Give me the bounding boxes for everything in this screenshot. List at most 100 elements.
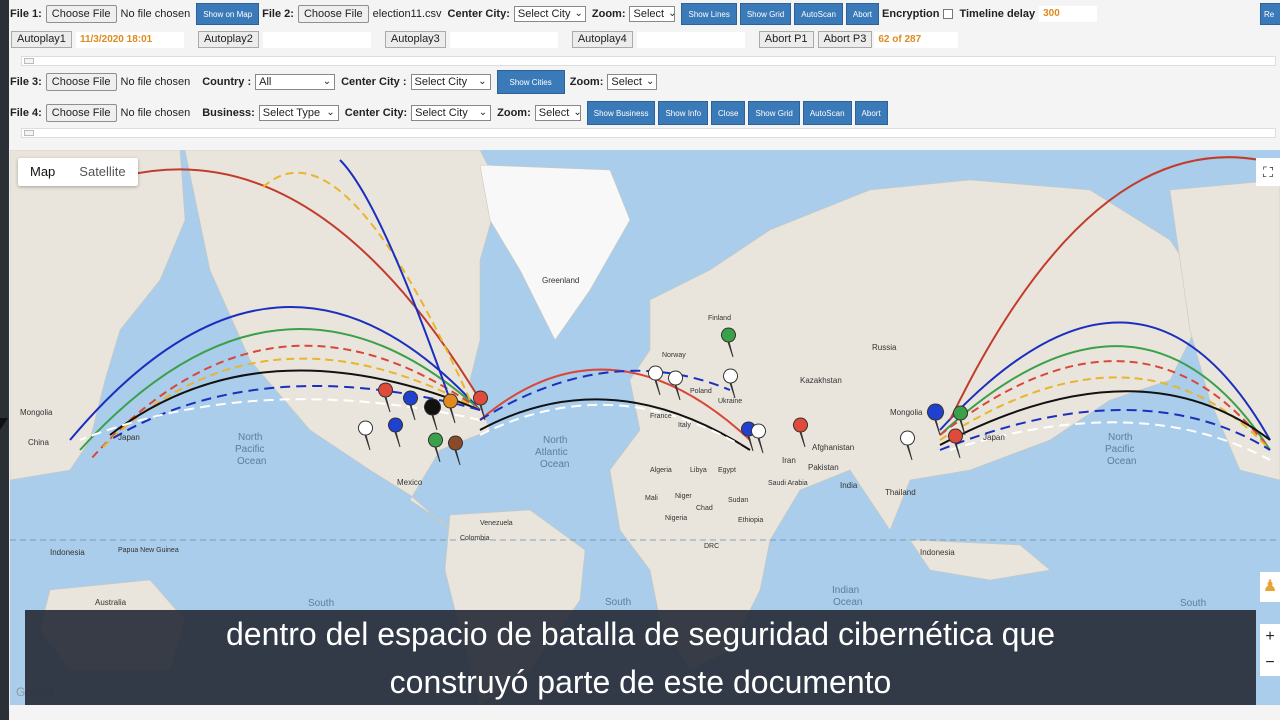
label-poland: Poland (690, 388, 712, 395)
autoplay1-value[interactable]: 11/3/2020 18:01 (75, 31, 184, 48)
zoom-out-button[interactable]: − (1260, 650, 1280, 676)
zoom-in-button[interactable]: + (1260, 624, 1280, 650)
land-indonesia-right (909, 539, 1051, 581)
center-city-label: Center City: (447, 8, 510, 20)
label-france: France (650, 413, 672, 420)
show-info-button[interactable]: Show Info (658, 101, 709, 125)
label-kazakhstan: Kazakhstan (800, 376, 842, 385)
map-type-map-button[interactable]: Map (18, 158, 67, 186)
label-greenland: Greenland (542, 276, 579, 285)
label-indian-2: Ocean (833, 597, 862, 608)
label-south-1: South (308, 598, 334, 609)
file3-status: No file chosen (120, 76, 191, 88)
file1-label: File 1: (10, 8, 42, 20)
zoom-select[interactable]: Select (629, 6, 676, 22)
label-egypt: Egypt (718, 467, 736, 474)
fullscreen-icon[interactable]: ⛶ (1256, 158, 1280, 186)
file2-filename: election11.csv (372, 8, 442, 20)
autoplay3-button[interactable]: Autoplay3 (384, 31, 446, 48)
zoom-select-4[interactable]: Select (534, 105, 581, 121)
label-niger: Niger (675, 493, 692, 500)
label-mongolia-left: Mongolia (20, 408, 53, 417)
timeline-delay-input[interactable]: 300 (1039, 6, 1098, 22)
encryption-label: Encryption (882, 8, 940, 20)
show-grid-button[interactable]: Show Grid (739, 3, 792, 25)
map-type-control: Map Satellite (18, 158, 138, 186)
label-north-pacific-2: Pacific (235, 444, 264, 455)
show-on-map-button[interactable]: Show on Map (196, 3, 260, 25)
autoplay3-value[interactable] (449, 31, 558, 48)
business-select[interactable]: Select Type (258, 105, 339, 121)
label-indian-1: Indian (832, 585, 859, 596)
show-lines-button[interactable]: Show Lines (681, 3, 737, 25)
center-city-select-3[interactable]: Select City (410, 74, 491, 90)
country-label: Country : (202, 76, 252, 88)
autoplay1-button[interactable]: Autoplay1 (11, 31, 72, 48)
autoplay4-button[interactable]: Autoplay4 (571, 31, 633, 48)
label-north-pacific-r1: North (1108, 432, 1132, 443)
file1-choose-button[interactable]: Choose File (45, 5, 117, 23)
control-row-1: File 1: Choose File No file chosen Show … (10, 3, 1098, 25)
label-mexico: Mexico (397, 478, 423, 487)
autoscan-button[interactable]: AutoScan (794, 3, 843, 25)
file3-choose-button[interactable]: Choose File (45, 73, 117, 91)
business-label: Business: (202, 107, 255, 119)
label-algeria: Algeria (650, 467, 672, 474)
label-chad: Chad (696, 505, 713, 512)
caption-line-1: dentro del espacio de batalla de segurid… (225, 616, 1056, 652)
autoplay2-value[interactable] (262, 31, 371, 48)
label-china-left: China (28, 438, 49, 447)
label-italy: Italy (678, 422, 691, 429)
slider-thumb-1[interactable] (24, 58, 34, 64)
right-cut-button[interactable]: Re (1260, 3, 1280, 25)
caption-line-2: construyó parte de este documento (389, 664, 892, 700)
label-india: India (840, 481, 858, 490)
pegman-icon[interactable]: ♟ (1260, 572, 1280, 602)
abort-button-4[interactable]: Abort (854, 101, 888, 125)
label-drc: DRC (704, 543, 719, 550)
abort-button[interactable]: Abort (845, 3, 880, 25)
show-cities-button[interactable]: Show Cities (496, 70, 565, 94)
left-window-strip (0, 0, 9, 720)
file1-status: No file chosen (120, 8, 191, 20)
autoscan-button-4[interactable]: AutoScan (802, 101, 852, 125)
zoom-label: Zoom: (591, 8, 626, 20)
center-city-select-4[interactable]: Select City (411, 105, 492, 121)
marker-brown-1[interactable] (448, 435, 463, 466)
timeline-slider-1[interactable] (21, 56, 1276, 66)
file4-label: File 4: (10, 107, 42, 119)
abort-p1-button[interactable]: Abort P1 (758, 31, 814, 48)
map-type-satellite-button[interactable]: Satellite (67, 158, 137, 186)
file3-label: File 3: (10, 76, 42, 88)
autoplay4-value[interactable] (636, 31, 745, 48)
center-city-select[interactable]: Select City (513, 6, 586, 22)
show-grid-button-4[interactable]: Show Grid (748, 101, 800, 125)
file4-status: No file chosen (120, 107, 191, 119)
encryption-checkbox[interactable] (943, 9, 954, 19)
bottom-scrollbar[interactable] (9, 705, 1280, 720)
label-north-pacific-r3: Ocean (1107, 456, 1136, 467)
zoom-select-3[interactable]: Select (607, 74, 658, 90)
label-north-pacific-3: Ocean (237, 456, 266, 467)
file4-choose-button[interactable]: Choose File (45, 104, 117, 122)
zoom-control: + − (1260, 624, 1280, 676)
country-select[interactable]: All (255, 74, 336, 90)
label-ukraine: Ukraine (718, 398, 742, 405)
control-row-4: File 4: Choose File No file chosen Busin… (10, 101, 891, 125)
label-pakistan: Pakistan (808, 463, 839, 472)
slider-thumb-2[interactable] (24, 130, 34, 136)
timeline-slider-2[interactable] (21, 128, 1276, 138)
label-finland: Finland (708, 315, 731, 322)
label-saudi: Saudi Arabia (768, 480, 808, 487)
zoom-label-3: Zoom: (569, 76, 604, 88)
autoplay2-button[interactable]: Autoplay2 (197, 31, 259, 48)
label-russia-right: Russia (872, 343, 897, 352)
abort-p3-button[interactable]: Abort P3 (817, 31, 873, 48)
label-australia-left: Australia (95, 598, 127, 607)
show-business-button[interactable]: Show Business (586, 101, 656, 125)
label-north-pacific-1: North (238, 432, 262, 443)
label-libya: Libya (690, 467, 707, 474)
file2-choose-button[interactable]: Choose File (297, 5, 369, 23)
close-button[interactable]: Close (711, 101, 746, 125)
timeline-delay-label: Timeline delay (959, 8, 1036, 20)
